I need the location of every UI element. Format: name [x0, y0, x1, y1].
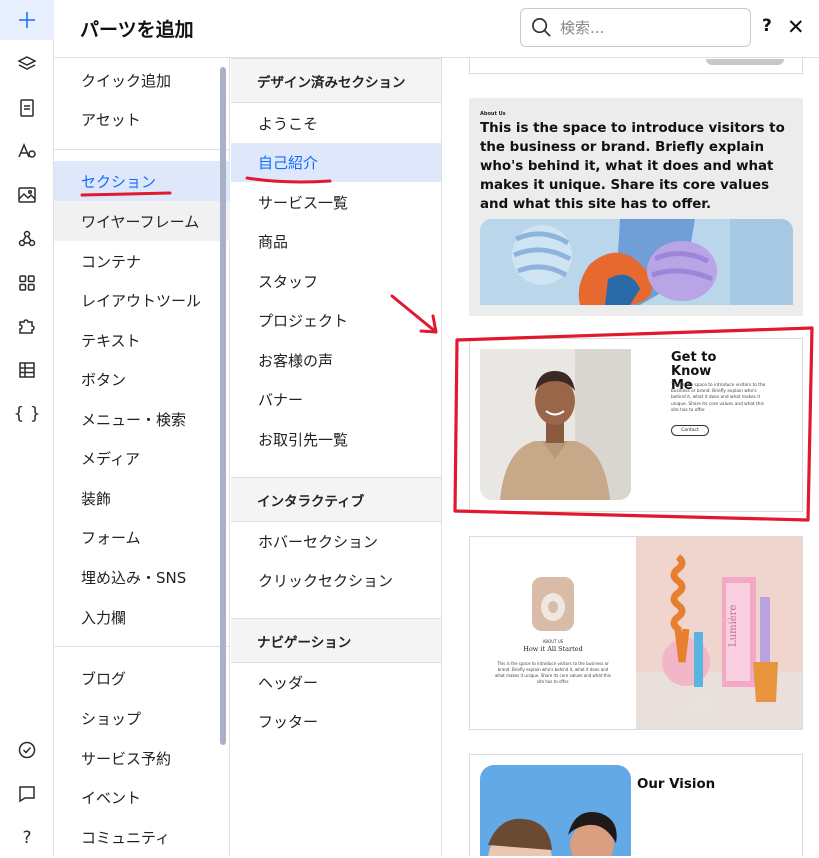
sub-item-hover-section[interactable]: ホバーセクション — [231, 522, 441, 561]
category-scrollbar[interactable] — [220, 67, 226, 745]
section-preview-list: About Us This is the space to introduce … — [443, 58, 819, 856]
close-button[interactable]: ✕ — [787, 15, 805, 39]
card-heading: Our Vision — [637, 777, 716, 792]
subcategory-list: デザイン済みセクション ようこそ 自己紹介 サービス一覧 商品 スタッフ プロジ… — [231, 58, 442, 856]
panel-header: パーツを追加 ? ✕ — [54, 0, 819, 58]
apps-icon[interactable] — [0, 263, 54, 303]
help-button[interactable]: ? — [762, 16, 772, 36]
category-wireframe[interactable]: ワイヤーフレーム — [54, 201, 230, 241]
puzzle-icon[interactable] — [0, 306, 54, 346]
card-heading: How it All Started — [523, 645, 583, 653]
card-small-image — [532, 577, 574, 631]
layers-icon[interactable] — [0, 44, 54, 84]
sub-item-welcome[interactable]: ようこそ — [231, 104, 441, 143]
category-quick-add[interactable]: クイック追加 — [54, 60, 230, 100]
category-text[interactable]: テキスト — [54, 320, 230, 360]
card-body: This is the space to introduce visitors … — [480, 121, 785, 212]
sub-item-click-section[interactable]: クリックセクション — [231, 561, 441, 600]
table-icon[interactable] — [0, 350, 54, 390]
category-assets[interactable]: アセット — [54, 99, 230, 139]
search-input[interactable] — [560, 18, 730, 37]
category-list: クイック追加 アセット セクション ワイヤーフレーム コンテナ レイアウトツール… — [54, 58, 230, 856]
category-input[interactable]: 入力欄 — [54, 597, 230, 637]
typography-icon[interactable] — [0, 131, 54, 171]
sub-item-products[interactable]: 商品 — [231, 222, 441, 261]
designed-sections-header: デザイン済みセクション — [231, 58, 441, 103]
add-icon[interactable] — [0, 0, 54, 40]
search-icon — [532, 18, 551, 37]
category-form[interactable]: フォーム — [54, 517, 230, 557]
card-vision-image — [480, 765, 631, 856]
section-card-how-it-started[interactable]: ABOUT US How it All Started This is the … — [469, 536, 803, 730]
chat-icon[interactable] — [0, 774, 54, 814]
category-community[interactable]: コミュニティ — [54, 817, 230, 857]
category-layout-tools[interactable]: レイアウトツール — [54, 280, 230, 320]
sub-item-testimonials[interactable]: お客様の声 — [231, 341, 441, 380]
search-box[interactable] — [520, 8, 751, 47]
category-shop[interactable]: ショップ — [54, 698, 230, 738]
section-card-partial[interactable] — [469, 58, 803, 74]
panel-title: パーツを追加 — [80, 19, 194, 41]
code-icon[interactable]: { } — [0, 394, 54, 434]
category-menu-search[interactable]: メニュー・検索 — [54, 399, 230, 439]
sub-item-clients[interactable]: お取引先一覧 — [231, 420, 441, 459]
card-kicker: ABOUT US — [542, 639, 564, 644]
card-body: This is the space to introduce visitors … — [495, 661, 611, 684]
sub-item-banner[interactable]: バナー — [231, 380, 441, 419]
sub-item-header[interactable]: ヘッダー — [231, 663, 441, 702]
sub-item-team[interactable]: スタッフ — [231, 262, 441, 301]
tool-rail: { } ? — [0, 0, 54, 856]
category-media[interactable]: メディア — [54, 438, 230, 478]
checklist-icon[interactable] — [0, 730, 54, 770]
divider — [54, 149, 230, 150]
category-embed-social[interactable]: 埋め込み・SNS — [54, 557, 230, 597]
sub-item-services[interactable]: サービス一覧 — [231, 183, 441, 222]
category-bookings[interactable]: サービス予約 — [54, 738, 230, 778]
sub-item-about[interactable]: 自己紹介 — [231, 143, 441, 182]
sub-item-projects[interactable]: プロジェクト — [231, 301, 441, 340]
interactive-header: インタラクティブ — [231, 477, 441, 522]
category-blog[interactable]: ブログ — [54, 658, 230, 698]
sub-item-footer[interactable]: フッター — [231, 702, 441, 741]
media-icon[interactable] — [0, 175, 54, 215]
section-card-our-vision[interactable]: Our Vision — [469, 754, 803, 856]
card-kicker: About Us — [480, 111, 506, 117]
category-sections[interactable]: セクション — [54, 161, 230, 201]
category-button[interactable]: ボタン — [54, 359, 230, 399]
navigation-header: ナビゲーション — [231, 618, 441, 663]
card-contact-button: Contact — [671, 425, 709, 436]
category-events[interactable]: イベント — [54, 777, 230, 817]
card-product-label: Lumière — [728, 604, 739, 647]
pages-icon[interactable] — [0, 88, 54, 128]
help-icon[interactable]: ? — [0, 818, 54, 858]
divider — [54, 646, 230, 647]
card-portrait-image — [480, 349, 631, 500]
section-card-get-to-know-me[interactable]: Get to Know Me This is the space to intr… — [469, 338, 803, 512]
category-decoration[interactable]: 装飾 — [54, 478, 230, 518]
category-container[interactable]: コンテナ — [54, 241, 230, 281]
card-hero-image — [480, 219, 793, 305]
card-candles-image: Lumière — [636, 537, 802, 729]
connections-icon[interactable] — [0, 219, 54, 259]
section-card-about-us[interactable]: About Us This is the space to introduce … — [469, 98, 803, 316]
card-body: This is the space to introduce visitors … — [671, 383, 766, 413]
